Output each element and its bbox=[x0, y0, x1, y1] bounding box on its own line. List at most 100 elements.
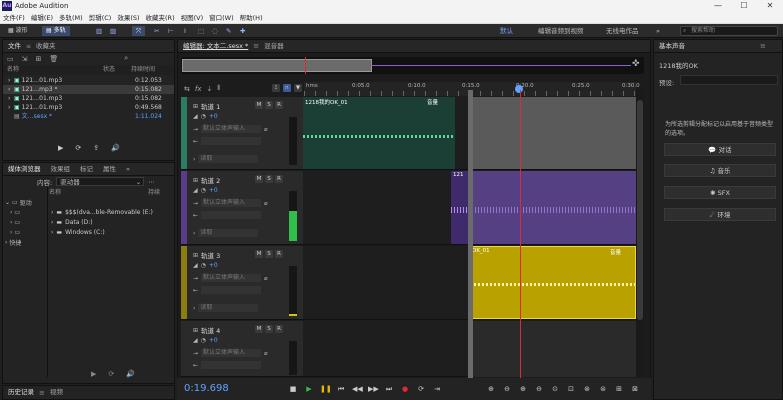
marker-icon[interactable]: ▼ bbox=[294, 84, 302, 92]
list-item[interactable]: › ▬ Data (D:) bbox=[51, 217, 173, 227]
zoom-out-amplitude-icon[interactable]: ⊖ bbox=[502, 384, 512, 394]
play-icon[interactable]: ▶ bbox=[58, 144, 63, 152]
list-item[interactable]: ▤ 文…sesx * 1:11.024 bbox=[3, 112, 174, 121]
menu-help[interactable]: 帮助(H) bbox=[237, 12, 266, 24]
workspace-more-icon[interactable]: » bbox=[656, 24, 660, 38]
tree-root[interactable]: ⌄ ▭ 驱动 bbox=[5, 197, 45, 207]
tab-properties[interactable]: 属性 bbox=[98, 163, 121, 176]
mute-button[interactable]: M bbox=[255, 325, 263, 333]
loop-icon[interactable]: ⟳ bbox=[75, 144, 81, 152]
automation-mode[interactable]: 读取 bbox=[198, 229, 259, 237]
spot-heal-tool-icon[interactable]: ✚ bbox=[236, 26, 249, 36]
tab-favorites[interactable]: 收藏夹 bbox=[31, 40, 61, 53]
more-options-icon[interactable]: ⋯ bbox=[148, 178, 155, 186]
tree-shortcuts[interactable]: › 快捷 bbox=[5, 237, 45, 247]
tab-mixer[interactable]: 混音器 bbox=[259, 40, 289, 53]
marquee-tool-icon[interactable]: ⬚ bbox=[194, 26, 208, 36]
lasso-tool-icon[interactable]: ◌ bbox=[208, 26, 222, 36]
selection-start-handle[interactable] bbox=[468, 90, 473, 378]
automation-mode[interactable]: 读取 bbox=[198, 155, 259, 163]
tree-item[interactable]: › ▭ bbox=[5, 217, 45, 227]
play-icon[interactable]: ▶ bbox=[91, 370, 96, 378]
file-search-icon[interactable]: ⌕ bbox=[124, 54, 128, 63]
solo-button[interactable]: S bbox=[265, 325, 273, 333]
col-duration[interactable]: 持续时间 bbox=[131, 65, 155, 75]
skip-to-start-icon[interactable]: ⏮ bbox=[336, 384, 346, 394]
scrollbar-thumb[interactable] bbox=[637, 100, 643, 320]
list-item[interactable]: › ▣ 121…01.mp3 0:49.568 bbox=[3, 103, 174, 112]
record-arm-button[interactable]: R bbox=[275, 101, 283, 109]
track-options-icon[interactable]: ⊞ bbox=[193, 327, 198, 334]
record-icon[interactable]: ● bbox=[400, 384, 410, 394]
brush-tool-icon[interactable]: ✎ bbox=[222, 26, 235, 36]
mute-button[interactable]: M bbox=[255, 250, 263, 258]
tab-media-browser[interactable]: 媒体浏览器 bbox=[3, 163, 46, 176]
zoom-fit-icon[interactable]: ✜ bbox=[632, 59, 640, 69]
volume-knob-icon[interactable]: ◔ bbox=[201, 337, 206, 344]
playhead-handle[interactable] bbox=[515, 85, 523, 93]
move-tool-icon[interactable]: ⤧ bbox=[132, 26, 146, 36]
zoom-selection-icon[interactable]: ⊡ bbox=[566, 384, 576, 394]
mute-button[interactable]: M bbox=[255, 101, 263, 109]
zoom-in-point-icon[interactable]: ⊛ bbox=[582, 384, 592, 394]
time-select-tool-icon[interactable]: I bbox=[180, 26, 190, 36]
spectral-tool-icon[interactable]: ▨ bbox=[106, 26, 120, 36]
track-options-icon[interactable]: ⊞ bbox=[193, 177, 198, 184]
tree-item[interactable]: › ▭ bbox=[5, 207, 45, 217]
output-select[interactable] bbox=[201, 137, 262, 145]
track-name[interactable]: 轨道 1 bbox=[201, 101, 220, 111]
volume-knob-icon[interactable]: ◔ bbox=[201, 113, 206, 120]
volume-knob-icon[interactable]: ◔ bbox=[201, 262, 206, 269]
output-select[interactable] bbox=[201, 286, 262, 294]
import-icon[interactable]: ⇲ bbox=[22, 55, 28, 63]
monitor-icon[interactable]: ⌀ bbox=[264, 126, 268, 133]
menu-view[interactable]: 视图(V) bbox=[178, 12, 207, 24]
trash-icon[interactable]: 🗑 bbox=[49, 55, 58, 63]
time-selection[interactable] bbox=[469, 321, 636, 377]
output-select[interactable] bbox=[201, 361, 262, 369]
record-arm-button[interactable]: R bbox=[275, 250, 283, 258]
content-select[interactable]: 驱动器 ⌄ bbox=[56, 177, 145, 186]
workspace-edit-video-tab[interactable]: 编辑音频到视频 bbox=[538, 24, 584, 38]
col-name[interactable]: 名称 bbox=[7, 65, 19, 75]
multitrack-mode-button[interactable]: ▤ 多轨 bbox=[42, 26, 70, 36]
time-selection[interactable] bbox=[469, 171, 636, 244]
mute-button[interactable]: M bbox=[255, 175, 263, 183]
track-options-icon[interactable]: ⊞ bbox=[193, 252, 198, 259]
dialogue-button[interactable]: 💬 对话 bbox=[664, 143, 776, 156]
tab-markers[interactable]: 标记 bbox=[75, 163, 98, 176]
zoom-in-time-icon[interactable]: ⊕ bbox=[518, 384, 528, 394]
export-icon[interactable]: ⇪ bbox=[93, 144, 99, 152]
timecode-display[interactable]: 0:19.698 bbox=[184, 383, 229, 394]
metronome-icon[interactable]: ⇆ bbox=[184, 85, 190, 93]
automation-icon[interactable]: › bbox=[193, 230, 195, 237]
menu-multitrack[interactable]: 多轨(M) bbox=[56, 12, 86, 24]
stop-icon[interactable]: ■ bbox=[288, 384, 298, 394]
monitor-icon[interactable]: ⌀ bbox=[264, 275, 268, 282]
volume-value[interactable]: +0 bbox=[209, 113, 218, 120]
tab-basic-sound[interactable]: 基本声音 bbox=[654, 40, 690, 53]
menu-file[interactable]: 文件(F) bbox=[0, 12, 28, 24]
close-button[interactable]: ✕ bbox=[757, 0, 783, 12]
automation-icon[interactable]: › bbox=[193, 305, 195, 312]
zoom-full-icon[interactable]: ⊙ bbox=[550, 384, 560, 394]
track-name[interactable]: 轨道 4 bbox=[201, 325, 220, 335]
play-icon[interactable]: ▶ bbox=[304, 384, 314, 394]
zoom-in-amplitude-icon[interactable]: ⊕ bbox=[486, 384, 496, 394]
clip[interactable]: OK_01 音量 bbox=[469, 246, 636, 319]
send-icon[interactable]: ⇣ bbox=[206, 85, 212, 93]
preset-select[interactable] bbox=[680, 75, 778, 85]
time-selection[interactable] bbox=[469, 97, 636, 169]
ambience-button[interactable]: ☄ 环境 bbox=[664, 208, 776, 221]
help-search-input[interactable]: ⌕ 搜索帮助 bbox=[680, 26, 778, 36]
skip-to-end-icon[interactable]: ⏭ bbox=[384, 384, 394, 394]
zoom-out-time-icon[interactable]: ⊖ bbox=[534, 384, 544, 394]
fx-icon[interactable]: fx bbox=[195, 85, 202, 93]
pause-icon[interactable]: ❚❚ bbox=[320, 384, 332, 394]
menu-edit[interactable]: 编辑(E) bbox=[28, 12, 56, 24]
menu-window[interactable]: 窗口(W) bbox=[206, 12, 237, 24]
solo-button[interactable]: S bbox=[265, 101, 273, 109]
input-select[interactable]: 默认立体声输入 bbox=[201, 199, 262, 207]
menu-favorites[interactable]: 收藏夹(R) bbox=[143, 12, 178, 24]
magnet-icon[interactable]: ∩ bbox=[283, 84, 291, 92]
